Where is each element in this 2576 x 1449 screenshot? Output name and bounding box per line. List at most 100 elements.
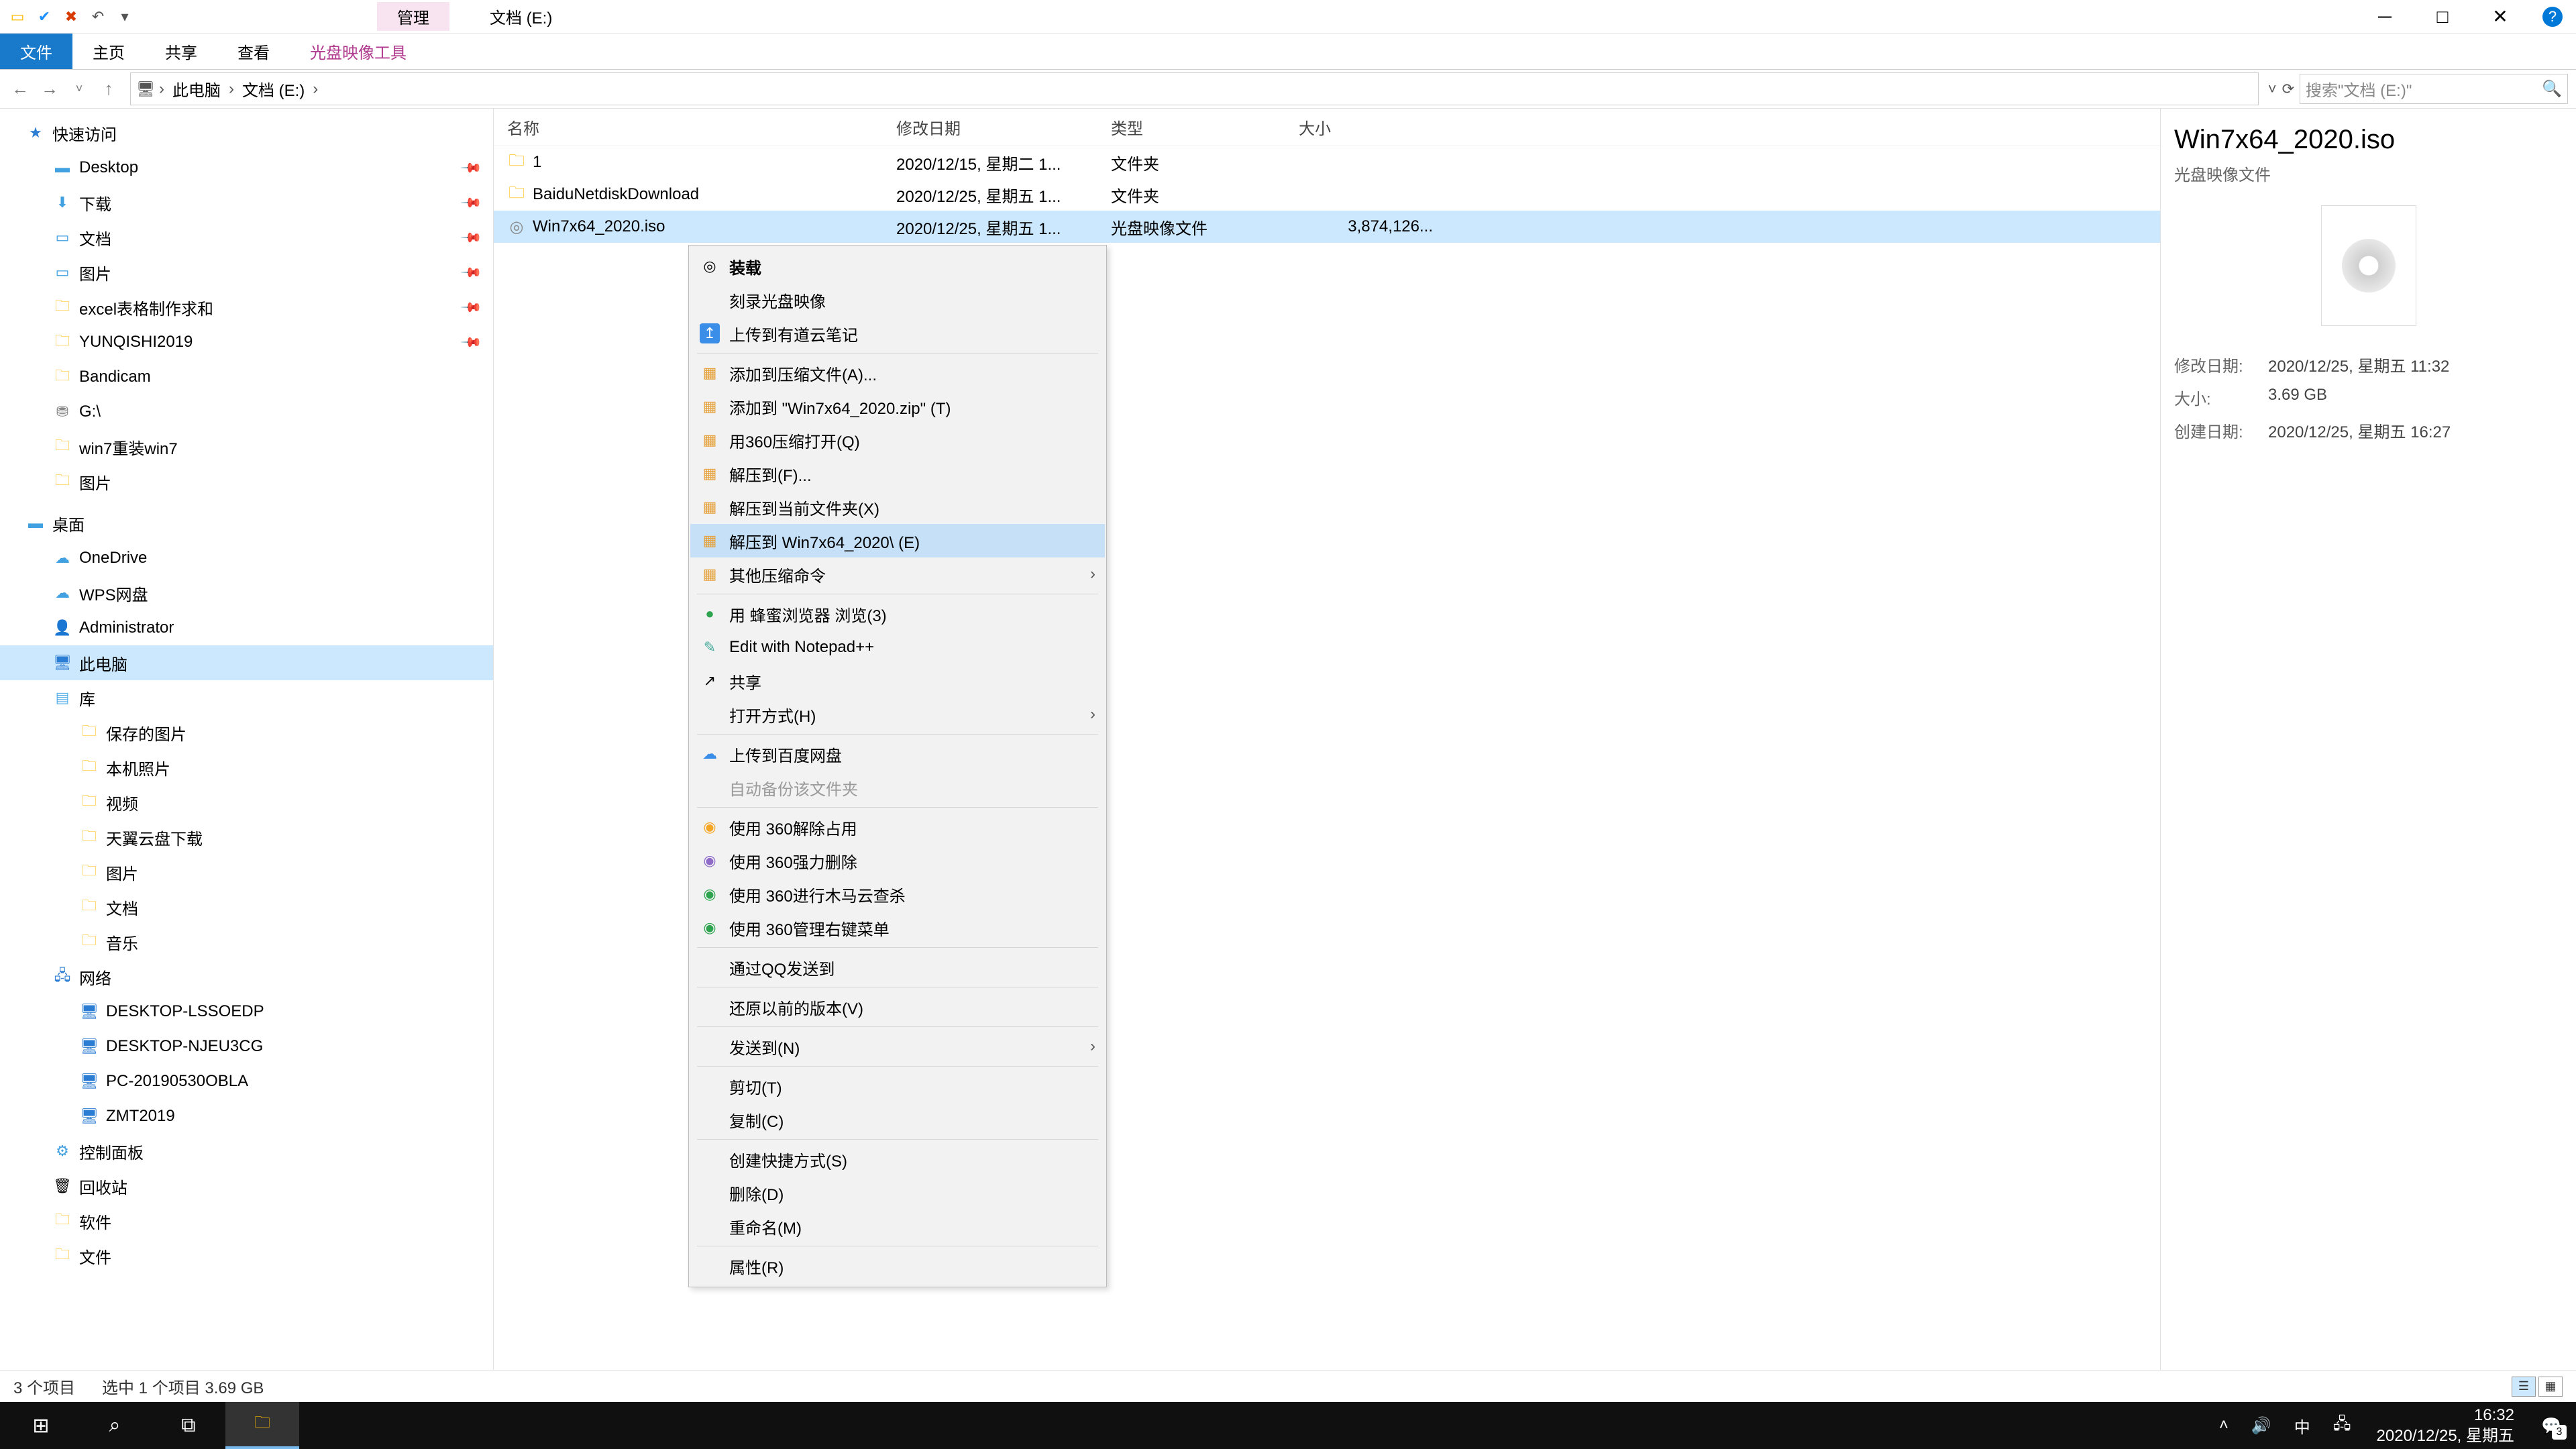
sidebar-excel-folder[interactable]: 🗀excel表格制作求和📌 (0, 290, 493, 325)
search-button[interactable]: ⌕ (78, 1402, 152, 1449)
sidebar-net-computer3[interactable]: 🖥PC-20190530OBLA (0, 1064, 493, 1099)
sidebar-net-computer2[interactable]: 🖥DESKTOP-NJEU3CG (0, 1029, 493, 1064)
sidebar-yunqishi[interactable]: 🗀YUNQISHI2019📌 (0, 325, 493, 360)
ime-indicator[interactable]: 中 (2289, 1414, 2316, 1438)
sidebar-music[interactable]: 🗀音乐 (0, 924, 493, 959)
minimize-button[interactable]: ─ (2369, 7, 2400, 27)
sidebar-local-photos[interactable]: 🗀本机照片 (0, 750, 493, 785)
tab-share[interactable]: 共享 (145, 34, 217, 69)
sidebar-network[interactable]: 🖧网络 (0, 959, 493, 994)
qat-dropdown-icon[interactable]: ▾ (114, 6, 136, 28)
sidebar-files[interactable]: 🗀文件 (0, 1238, 493, 1273)
search-input[interactable]: 搜索"文档 (E:)" 🔍 (2300, 74, 2568, 104)
tab-view[interactable]: 查看 (217, 34, 290, 69)
network-icon[interactable]: 🖧 (2328, 1412, 2357, 1440)
sidebar-wps[interactable]: ☁WPS网盘 (0, 576, 493, 610)
col-type[interactable]: 类型 (1111, 115, 1299, 139)
sidebar-saved-pictures[interactable]: 🗀保存的图片 (0, 715, 493, 750)
col-name[interactable]: 名称 (507, 115, 896, 139)
sidebar-gdrive[interactable]: ⛃G:\ (0, 394, 493, 429)
menu-baidu-pan[interactable]: ☁上传到百度网盘 (690, 737, 1105, 771)
sidebar-control-panel[interactable]: ⚙控制面板 (0, 1134, 493, 1169)
menu-360-manage[interactable]: ◉使用 360管理右键菜单 (690, 911, 1105, 945)
qat-undo-icon[interactable]: ↶ (87, 6, 109, 28)
start-button[interactable]: ⊞ (4, 1402, 78, 1449)
nav-recent-dropdown[interactable]: ˅ (67, 77, 91, 101)
menu-open-with[interactable]: 打开方式(H)› (690, 698, 1105, 731)
menu-copy[interactable]: 复制(C) (690, 1103, 1105, 1136)
sidebar-net-computer1[interactable]: 🖥DESKTOP-LSSOEDP (0, 994, 493, 1029)
task-view-button[interactable]: ⧉ (152, 1402, 225, 1449)
sidebar-administrator[interactable]: 👤Administrator (0, 610, 493, 645)
menu-360-force-delete[interactable]: ◉使用 360强力删除 (690, 844, 1105, 877)
menu-notepadpp[interactable]: ✎Edit with Notepad++ (690, 631, 1105, 664)
sidebar-documents[interactable]: ▭文档📌 (0, 220, 493, 255)
sidebar-software[interactable]: 🗀软件 (0, 1203, 493, 1238)
sidebar-downloads[interactable]: ⬇下载📌 (0, 185, 493, 220)
sidebar-this-pc[interactable]: 🖥此电脑 (0, 645, 493, 680)
file-row-selected[interactable]: ◎Win7x64_2020.iso 2020/12/25, 星期五 1... 光… (494, 211, 2160, 243)
tab-file[interactable]: 文件 (0, 34, 72, 69)
sidebar-libraries[interactable]: ▤库 (0, 680, 493, 715)
sidebar-onedrive[interactable]: ☁OneDrive (0, 541, 493, 576)
sidebar-pictures2[interactable]: 🗀图片 (0, 464, 493, 499)
nav-forward-button[interactable]: → (38, 77, 62, 101)
menu-other-compress[interactable]: ▦其他压缩命令› (690, 557, 1105, 591)
menu-honey-browser[interactable]: ●用 蜂蜜浏览器 浏览(3) (690, 597, 1105, 631)
close-button[interactable]: ✕ (2485, 7, 2516, 27)
menu-360-trojan-scan[interactable]: ◉使用 360进行木马云查杀 (690, 877, 1105, 911)
menu-qq-send[interactable]: 通过QQ发送到 (690, 951, 1105, 984)
menu-add-archive[interactable]: ▦添加到压缩文件(A)... (690, 356, 1105, 390)
menu-extract-folder[interactable]: ▦解压到 Win7x64_2020\ (E) (690, 524, 1105, 557)
menu-send-to[interactable]: 发送到(N)› (690, 1030, 1105, 1063)
menu-extract-here[interactable]: ▦解压到当前文件夹(X) (690, 490, 1105, 524)
menu-extract-to[interactable]: ▦解压到(F)... (690, 457, 1105, 490)
tab-home[interactable]: 主页 (72, 34, 145, 69)
sidebar-pictures[interactable]: ▭图片📌 (0, 255, 493, 290)
sidebar-quick-access[interactable]: ★快速访问 (0, 115, 493, 150)
sidebar-desktop[interactable]: ▬Desktop📌 (0, 150, 493, 185)
volume-icon[interactable]: 🔊 (2246, 1416, 2277, 1436)
crumb-this-pc[interactable]: 此电脑 (168, 76, 225, 102)
qat-close-icon[interactable]: ✖ (60, 6, 82, 28)
menu-delete[interactable]: 删除(D) (690, 1176, 1105, 1210)
file-row[interactable]: 🗀BaiduNetdiskDownload 2020/12/25, 星期五 1.… (494, 178, 2160, 211)
refresh-icon[interactable]: ⟳ (2282, 80, 2294, 98)
view-details-button[interactable]: ☰ (2512, 1377, 2536, 1397)
sidebar-docs2[interactable]: 🗀文档 (0, 890, 493, 924)
tray-expand-icon[interactable]: ˄ (2214, 1416, 2234, 1435)
sidebar-win7reinstall[interactable]: 🗀win7重装win7 (0, 429, 493, 464)
menu-360-unlock[interactable]: ◉使用 360解除占用 (690, 810, 1105, 844)
taskbar-clock[interactable]: 16:32 2020/12/25, 星期五 (2369, 1405, 2522, 1446)
crumb-drive[interactable]: 文档 (E:) (238, 76, 309, 102)
sidebar-bandicam[interactable]: 🗀Bandicam (0, 360, 493, 394)
sidebar-net-computer4[interactable]: 🖥ZMT2019 (0, 1099, 493, 1134)
menu-burn[interactable]: 刻录光盘映像 (690, 283, 1105, 317)
menu-rename[interactable]: 重命名(M) (690, 1210, 1105, 1243)
menu-cut[interactable]: 剪切(T) (690, 1069, 1105, 1103)
sidebar-pics3[interactable]: 🗀图片 (0, 855, 493, 890)
breadcrumb[interactable]: 🖥 › 此电脑 › 文档 (E:) › (130, 72, 2259, 105)
view-icons-button[interactable]: ▦ (2538, 1377, 2563, 1397)
menu-share[interactable]: ↗共享 (690, 664, 1105, 698)
action-center-button[interactable]: 💬3 (2534, 1409, 2568, 1442)
explorer-taskbar-button[interactable]: 🗀 (225, 1402, 299, 1449)
col-size[interactable]: 大小 (1299, 115, 1446, 139)
maximize-button[interactable]: □ (2427, 7, 2458, 27)
tab-disc-image-tools[interactable]: 光盘映像工具 (290, 34, 427, 69)
sidebar-desktop-group[interactable]: ▬桌面 (0, 506, 493, 541)
sidebar-videos[interactable]: 🗀视频 (0, 785, 493, 820)
menu-mount[interactable]: ◎装载 (690, 250, 1105, 283)
nav-up-button[interactable]: ↑ (97, 77, 121, 101)
menu-add-zip[interactable]: ▦添加到 "Win7x64_2020.zip" (T) (690, 390, 1105, 423)
col-date[interactable]: 修改日期 (896, 115, 1111, 139)
help-button[interactable]: ? (2542, 7, 2563, 27)
file-row[interactable]: 🗀1 2020/12/15, 星期二 1... 文件夹 (494, 146, 2160, 178)
qat-check-icon[interactable]: ✔ (34, 6, 55, 28)
menu-youdao[interactable]: ↥上传到有道云笔记 (690, 317, 1105, 350)
nav-back-button[interactable]: ← (8, 77, 32, 101)
sidebar-tianyi[interactable]: 🗀天翼云盘下载 (0, 820, 493, 855)
sidebar-recycle-bin[interactable]: 🗑回收站 (0, 1169, 493, 1203)
address-dropdown-icon[interactable]: ˅ (2268, 80, 2277, 98)
menu-restore-versions[interactable]: 还原以前的版本(V) (690, 990, 1105, 1024)
